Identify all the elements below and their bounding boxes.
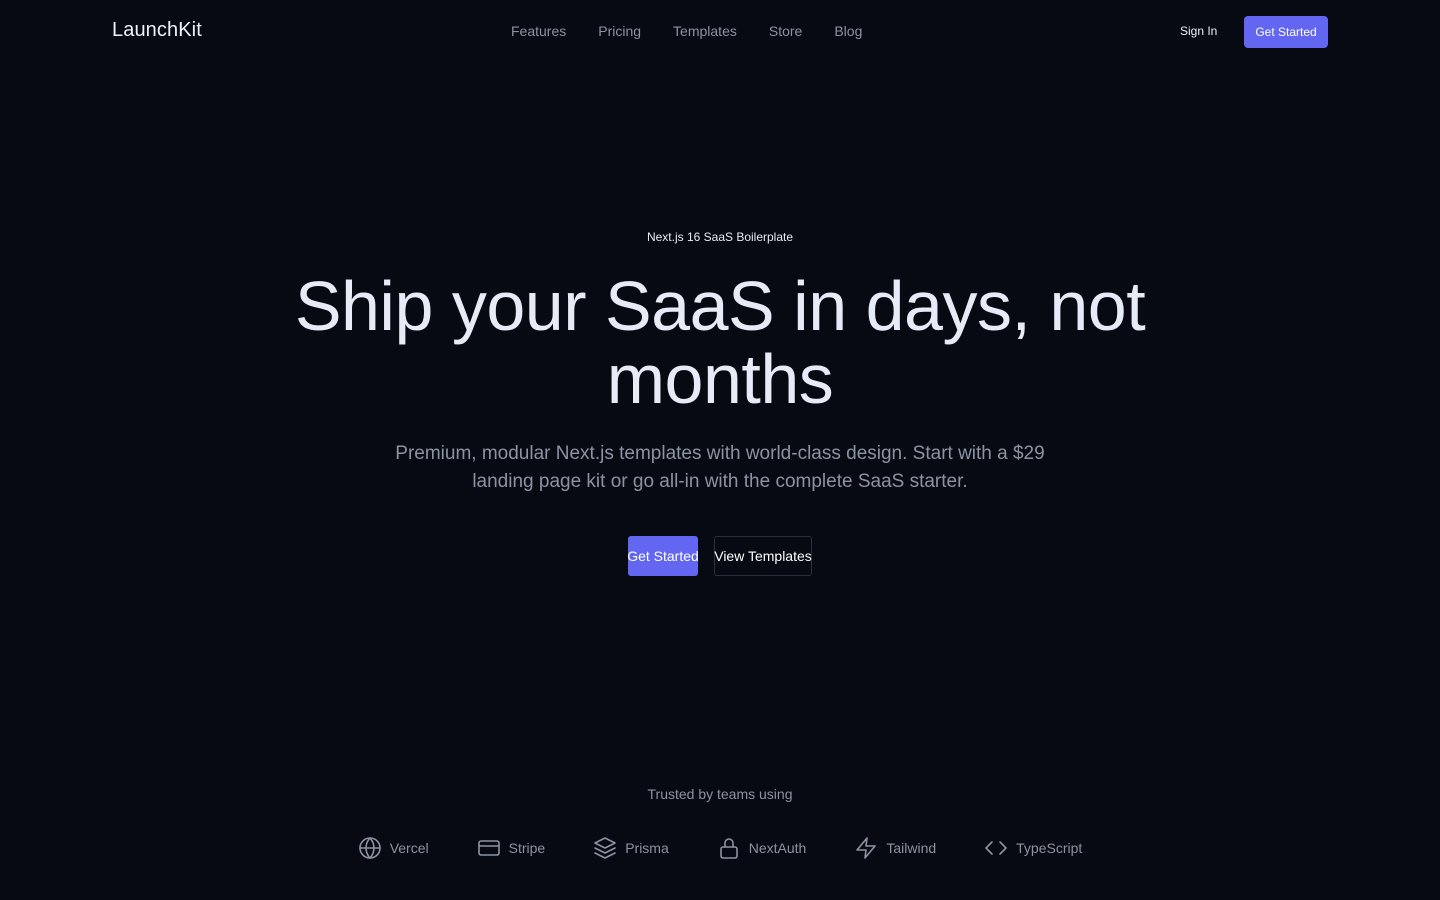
hero-actions: Get Started View Templates	[627, 536, 812, 576]
zap-icon	[856, 837, 877, 859]
site-header: LaunchKit Features Pricing Templates Sto…	[0, 0, 1440, 64]
logo-label-prisma: Prisma	[625, 840, 669, 856]
logo-stripe: Stripe	[477, 835, 546, 861]
hero-badge: Next.js 16 SaaS Boilerplate	[646, 230, 794, 244]
logo-typescript: TypeScript	[984, 835, 1082, 861]
nav-link-features[interactable]: Features	[511, 23, 566, 39]
hero-get-started-button[interactable]: Get Started	[627, 536, 699, 576]
header-get-started-button[interactable]: Get Started	[1244, 16, 1328, 48]
nav-link-pricing[interactable]: Pricing	[598, 23, 641, 39]
logo-prisma: Prisma	[593, 835, 669, 861]
landing-page: LaunchKit Features Pricing Templates Sto…	[0, 0, 1440, 900]
credit-card-icon	[477, 840, 500, 856]
lock-icon	[719, 838, 738, 859]
code-icon	[985, 841, 1007, 855]
logo-tailwind: Tailwind	[854, 835, 936, 861]
logo-nextauth: NextAuth	[717, 835, 807, 861]
nav-link-blog[interactable]: Blog	[834, 23, 862, 39]
sign-in-link[interactable]: Sign In	[1180, 24, 1217, 38]
trusted-label: Trusted by teams using	[647, 786, 793, 802]
logo-label-vercel: Vercel	[389, 840, 429, 856]
logo-label-nextauth: NextAuth	[748, 840, 807, 856]
brand-logo[interactable]: LaunchKit	[112, 19, 202, 42]
tech-logos: Vercel Stripe Prisma NextAuth Tailwind T…	[0, 835, 1440, 861]
layers-icon	[594, 837, 616, 859]
nav-link-store[interactable]: Store	[769, 23, 802, 39]
hero-headline: Ship your SaaS in days, not months	[294, 267, 1146, 418]
globe-icon	[358, 837, 381, 859]
hero-subheadline: Premium, modular Next.js templates with …	[395, 443, 1045, 492]
main-nav: Features Pricing Templates Store Blog	[511, 23, 862, 39]
logo-label-typescript: TypeScript	[1016, 840, 1083, 856]
logo-label-tailwind: Tailwind	[886, 840, 937, 856]
nav-link-templates[interactable]: Templates	[673, 23, 737, 39]
logo-label-stripe: Stripe	[508, 840, 546, 856]
view-templates-button[interactable]: View Templates	[714, 536, 812, 576]
logo-vercel: Vercel	[358, 835, 429, 861]
